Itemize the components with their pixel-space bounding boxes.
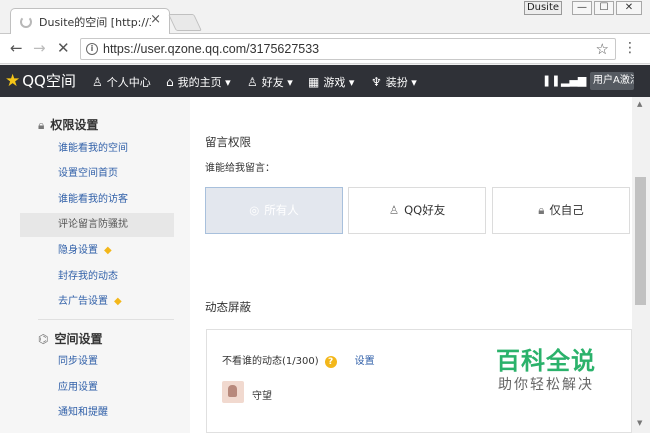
nav-personal-center[interactable]: ♙ 个人中心	[92, 74, 151, 90]
watermark-title: 百科全说	[496, 347, 596, 375]
back-arrow-icon[interactable]: ←	[10, 40, 23, 56]
lock-icon: 🔒︎	[538, 203, 545, 217]
nav-friends[interactable]: ♙ 好友 ▾	[247, 74, 293, 90]
avatar[interactable]	[222, 381, 244, 403]
sidebar-item-who-can-view-space[interactable]: 谁能看我的空间	[20, 137, 174, 161]
loading-spinner-icon	[20, 16, 32, 28]
settings-sidebar: 🔒︎ 权限设置 谁能看我的空间 设置空间首页 谁能看我的访客 评论留言防骚扰 隐身…	[20, 97, 174, 433]
stop-loading-icon[interactable]: ✕	[57, 40, 70, 56]
address-bar[interactable]: i https://user.qzone.qq.com/3175627533 ☆	[80, 38, 616, 60]
nav-decorate[interactable]: ♆ 装扮 ▾	[371, 74, 417, 90]
nav-my-homepage[interactable]: ⌂ 我的主页 ▾	[166, 74, 231, 90]
shirt-icon: ♆	[371, 75, 382, 89]
sidebar-item-stealth[interactable]: 隐身设置 ◆	[20, 239, 174, 263]
browser-menu-icon[interactable]: ⋮	[623, 40, 637, 56]
sidebar-item-who-can-view-visitors[interactable]: 谁能看我的访客	[20, 188, 174, 212]
close-window-button[interactable]: ✕	[616, 1, 642, 15]
user-menu-button[interactable]: 用户A激活	[590, 72, 634, 90]
lock-icon: 🔒︎	[38, 118, 45, 132]
signal-bars-icon[interactable]: ▂▄▆	[561, 74, 586, 87]
option-everyone[interactable]: ◎ 所有人	[205, 187, 343, 234]
sidebar-item-apps[interactable]: 应用设置	[20, 376, 174, 400]
sidebar-item-sync[interactable]: 同步设置	[20, 350, 174, 374]
page-title: 留言权限	[205, 135, 251, 149]
minimize-button[interactable]: —	[572, 1, 592, 15]
option-label: QQ好友	[404, 203, 446, 217]
user-icon: ♙	[92, 75, 103, 89]
section-space-header: ⌬ 空间设置	[38, 330, 103, 347]
site-info-icon[interactable]: i	[86, 43, 98, 55]
forward-arrow-icon[interactable]: →	[33, 40, 46, 56]
browser-profile-badge[interactable]: Dusite	[524, 1, 562, 15]
help-icon[interactable]: ?	[324, 356, 337, 368]
url-text: https://user.qzone.qq.com/3175627533	[103, 42, 320, 56]
grid-icon: ▦	[308, 75, 320, 89]
friends-icon: ♙	[388, 203, 400, 217]
blocked-user-name[interactable]: 守望	[252, 387, 272, 402]
option-label: 仅自己	[549, 203, 584, 217]
sidebar-item-archive-feed[interactable]: 封存我的动态	[20, 265, 174, 289]
block-list-label: 不看谁的动态(1/300)? 设置	[222, 352, 375, 368]
new-tab-button[interactable]	[168, 14, 202, 31]
home-icon: ⌂	[166, 75, 174, 89]
page-scrollbar[interactable]: ▲ ▼	[632, 97, 650, 433]
bookmark-star-icon[interactable]: ☆	[596, 40, 609, 58]
qzone-top-nav: ★ QQ空间 ♙ 个人中心 ⌂ 我的主页 ▾ ♙ 好友 ▾ ▦ 游戏 ▾ ♆ 装扮 ▾ ❚❚…	[0, 65, 650, 97]
browser-tab[interactable]: Dusite的空间 [http://31 ×	[10, 8, 170, 35]
section-title: 动态屏蔽	[205, 300, 251, 314]
divider	[38, 319, 174, 320]
tab-title: Dusite的空间 [http://31	[39, 16, 151, 29]
section-title: 权限设置	[50, 118, 99, 132]
logo-text: QQ空间	[22, 72, 76, 90]
item-label: 隐身设置	[58, 245, 98, 256]
section-title: 空间设置	[54, 332, 103, 346]
nav-games[interactable]: ▦ 游戏 ▾	[308, 74, 354, 90]
sidebar-item-remove-ads[interactable]: 去广告设置 ◆	[20, 290, 174, 314]
nav-label: 个人中心	[106, 76, 151, 89]
diamond-icon: ◆	[104, 245, 112, 256]
tab-close-icon[interactable]: ×	[150, 12, 161, 27]
sidebar-item-comment-anti-harass[interactable]: 评论留言防骚扰	[20, 213, 174, 237]
scrollbar-thumb[interactable]	[635, 177, 646, 305]
option-label: 所有人	[264, 203, 299, 217]
maximize-button[interactable]: ☐	[594, 1, 614, 15]
option-qq-friends[interactable]: ♙ QQ好友	[348, 187, 486, 234]
star-icon: ★	[5, 71, 21, 91]
qzone-logo[interactable]: ★ QQ空间	[5, 70, 76, 91]
watermark: 百科全说 助你轻松解决	[484, 347, 608, 395]
field-label: 谁能给我留言：	[205, 163, 275, 174]
friends-icon: ♙	[247, 75, 258, 89]
space-settings-icon: ⌬	[38, 332, 49, 346]
nav-label: 装扮 ▾	[385, 76, 417, 89]
browser-titlebar: Dusite的空间 [http://31 × Dusite — ☐ ✕	[0, 0, 650, 35]
nav-label: 我的主页 ▾	[177, 76, 231, 89]
section-permission-header: 🔒︎ 权限设置	[38, 116, 98, 133]
sidebar-item-notifications[interactable]: 通知和提醒	[20, 401, 174, 425]
scroll-down-arrow-icon[interactable]: ▼	[637, 419, 642, 427]
option-only-me[interactable]: 🔒︎ 仅自己	[492, 187, 630, 234]
globe-icon: ◎	[249, 203, 260, 217]
watermark-subtitle: 助你轻松解决	[498, 377, 594, 393]
item-label: 去广告设置	[58, 296, 108, 307]
block-settings-link[interactable]: 设置	[355, 356, 375, 367]
nav-label: 游戏 ▾	[323, 76, 355, 89]
nav-label: 好友 ▾	[261, 76, 293, 89]
browser-toolbar: ← → ✕ i https://user.qzone.qq.com/317562…	[0, 34, 650, 64]
scroll-up-arrow-icon[interactable]: ▲	[637, 100, 642, 108]
diamond-icon: ◆	[114, 296, 122, 307]
pause-icon[interactable]: ❚❚	[542, 74, 560, 87]
block-count-text: 不看谁的动态(1/300)	[222, 356, 319, 367]
sidebar-item-space-homepage[interactable]: 设置空间首页	[20, 162, 174, 186]
